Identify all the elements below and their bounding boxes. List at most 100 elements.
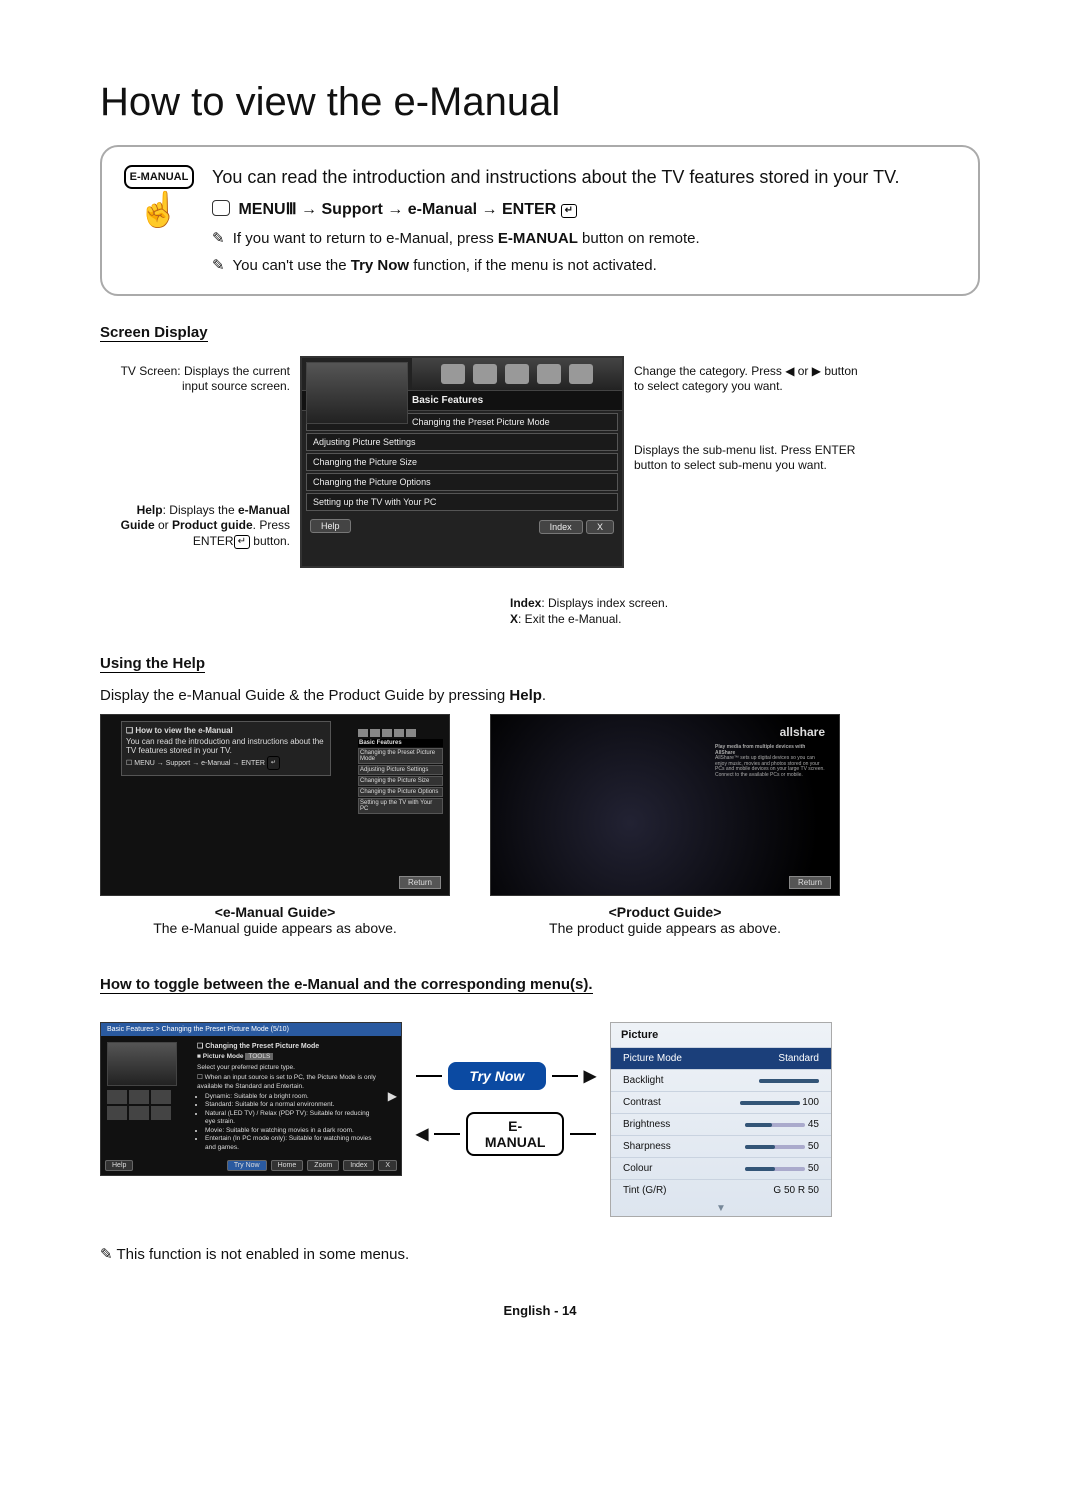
- footer-zoom-button[interactable]: Zoom: [307, 1160, 339, 1171]
- chevron-down-icon[interactable]: ▼: [611, 1201, 831, 1216]
- picture-menu-row[interactable]: Brightness 45: [611, 1113, 831, 1135]
- path-support: Support: [322, 201, 383, 218]
- note-2: ✎ You can't use the Try Now function, if…: [212, 255, 956, 276]
- picture-menu-row[interactable]: Tint (G/R)G 50 R 50: [611, 1179, 831, 1201]
- pencil-icon: ✎: [212, 257, 225, 274]
- allshare-blurb: Play media from multiple devices with Al…: [715, 745, 825, 778]
- help-button[interactable]: Help: [310, 519, 351, 533]
- screen-display-heading: Screen Display: [100, 324, 208, 342]
- mini-item: Changing the Preset Picture Mode: [358, 748, 443, 764]
- help-mid: : Displays the: [163, 503, 238, 517]
- s1-title: How to view the e-Manual: [135, 726, 232, 735]
- uh-suf: .: [542, 687, 546, 704]
- tl-item: Entertain (In PC mode only): Suitable fo…: [205, 1135, 378, 1152]
- enter-icon: ↵: [561, 204, 577, 218]
- chevron-right-icon[interactable]: ▶: [388, 1089, 401, 1103]
- help-or: or: [155, 518, 172, 532]
- note1-pre: If you want to return to e-Manual, press: [233, 230, 498, 247]
- preview-image: [107, 1042, 177, 1086]
- page-number: English - 14: [100, 1303, 980, 1318]
- callout-help: Help: Displays the e-Manual Guide or Pro…: [100, 503, 290, 550]
- path-menu: MENU: [238, 201, 285, 218]
- note2-suf: function, if the menu is not activated.: [409, 257, 657, 274]
- submenu-item[interactable]: Adjusting Picture Settings: [306, 433, 618, 451]
- picture-menu-title: Picture: [611, 1023, 831, 1047]
- s1-line: You can read the introduction and instru…: [126, 737, 326, 755]
- tl-item: Standard: Suitable for a normal environm…: [205, 1101, 378, 1109]
- preview-image: [306, 362, 408, 424]
- hand-icon: ☝: [124, 193, 194, 227]
- caption-title: <e-Manual Guide>: [100, 904, 450, 920]
- mini-item: Adjusting Picture Settings: [358, 765, 443, 775]
- enter-icon: ↵: [234, 535, 250, 549]
- picture-menu-row[interactable]: Sharpness 50: [611, 1135, 831, 1157]
- intro-box: E-MANUAL ☝ You can read the introduction…: [100, 145, 980, 296]
- category-icon[interactable]: [537, 364, 561, 384]
- picture-menu-row[interactable]: Colour 50: [611, 1157, 831, 1179]
- tl-item: Movie: Suitable for watching movies in a…: [205, 1127, 378, 1135]
- category-icon[interactable]: [569, 364, 593, 384]
- thumbnail-icon: [107, 1090, 127, 1104]
- using-help-desc: Display the e-Manual Guide & the Product…: [100, 687, 980, 704]
- allshare-logo-icon: allshare: [780, 725, 825, 739]
- picture-menu-row[interactable]: Contrast 100: [611, 1091, 831, 1113]
- mini-bf: Basic Features: [358, 739, 443, 747]
- return-button[interactable]: Return: [399, 876, 441, 889]
- pencil-icon: ✎: [212, 230, 225, 247]
- tl-pm: Picture Mode: [203, 1053, 244, 1060]
- help-bold: Help: [137, 503, 163, 517]
- e-manual-remote-button: E-MANUAL: [124, 165, 194, 189]
- path-enter: ENTER: [502, 201, 556, 218]
- tl-note: When an input source is set to PC, the P…: [197, 1074, 376, 1089]
- intro-body: You can read the introduction and instru…: [212, 165, 956, 190]
- idx-t: : Displays index screen.: [541, 596, 668, 610]
- callout-tv-screen: TV Screen: Displays the current input so…: [100, 364, 290, 395]
- picture-menu-row[interactable]: Backlight: [611, 1069, 831, 1091]
- picture-menu-row[interactable]: Picture ModeStandard: [611, 1047, 831, 1069]
- callout-submenu: Displays the sub-menu list. Press ENTER …: [634, 443, 864, 474]
- tl-pmv: TOOLS: [245, 1053, 273, 1060]
- arrow-right-icon: ▶: [584, 1066, 596, 1086]
- e-manual-button[interactable]: E-MANUAL: [466, 1112, 563, 1156]
- tl-l0: Select your preferred picture type.: [197, 1064, 378, 1072]
- try-now-button[interactable]: Try Now: [448, 1062, 545, 1090]
- callout-category: Change the category. Press ◀ or ▶ button…: [634, 364, 864, 395]
- category-icon[interactable]: [441, 364, 465, 384]
- category-row[interactable]: [412, 358, 622, 390]
- product-guide-screenshot: allshare Play media from multiple device…: [490, 714, 840, 936]
- close-button[interactable]: X: [586, 520, 614, 534]
- picture-menu-screenshot: Picture Picture ModeStandardBacklight Co…: [610, 1022, 832, 1217]
- note1-suf: button on remote.: [578, 230, 700, 247]
- path-emanual: e-Manual: [408, 201, 477, 218]
- arrow-left-icon: ◀: [416, 1124, 428, 1144]
- help-b2: Product guide: [172, 518, 253, 532]
- as-body: AllShare™ sets up digital devices so you…: [715, 755, 825, 778]
- footer-close-button[interactable]: X: [378, 1160, 397, 1171]
- mini-item: Changing the Picture Size: [358, 776, 443, 786]
- footer-help-button[interactable]: Help: [105, 1160, 133, 1171]
- note1-bold: E-MANUAL: [498, 230, 578, 247]
- using-help-heading: Using the Help: [100, 655, 205, 673]
- mini-item: Setting up the TV with Your PC: [358, 798, 443, 814]
- e-manual-detail-screenshot: Basic Features > Changing the Preset Pic…: [100, 1022, 402, 1176]
- callout-index: Index: Displays index screen. X: Exit th…: [510, 596, 980, 627]
- footer-trynow-button[interactable]: Try Now: [227, 1160, 267, 1171]
- x-b: X: [510, 612, 518, 626]
- footer-home-button[interactable]: Home: [271, 1160, 304, 1171]
- category-icon[interactable]: [473, 364, 497, 384]
- as-title: Play media from multiple devices with Al…: [715, 744, 805, 756]
- submenu-item[interactable]: Changing the Picture Options: [306, 473, 618, 491]
- submenu-item[interactable]: Changing the Picture Size: [306, 453, 618, 471]
- menu-path: MENUⅢ → Support → e-Manual → ENTER ↵: [212, 198, 956, 221]
- index-button[interactable]: Index: [539, 520, 583, 534]
- x-t: : Exit the e-Manual.: [518, 612, 621, 626]
- submenu-item[interactable]: Setting up the TV with Your PC: [306, 493, 618, 511]
- footer-index-button[interactable]: Index: [343, 1160, 374, 1171]
- arrow-icon: →: [387, 201, 403, 218]
- uh-pre: Display the e-Manual Guide & the Product…: [100, 687, 509, 704]
- toggle-heading: How to toggle between the e-Manual and t…: [100, 976, 593, 994]
- return-button[interactable]: Return: [789, 876, 831, 889]
- pencil-icon: ✎: [100, 1246, 113, 1263]
- category-icon[interactable]: [505, 364, 529, 384]
- arrow-column: Try Now ▶ ◀ E-MANUAL: [416, 1022, 596, 1170]
